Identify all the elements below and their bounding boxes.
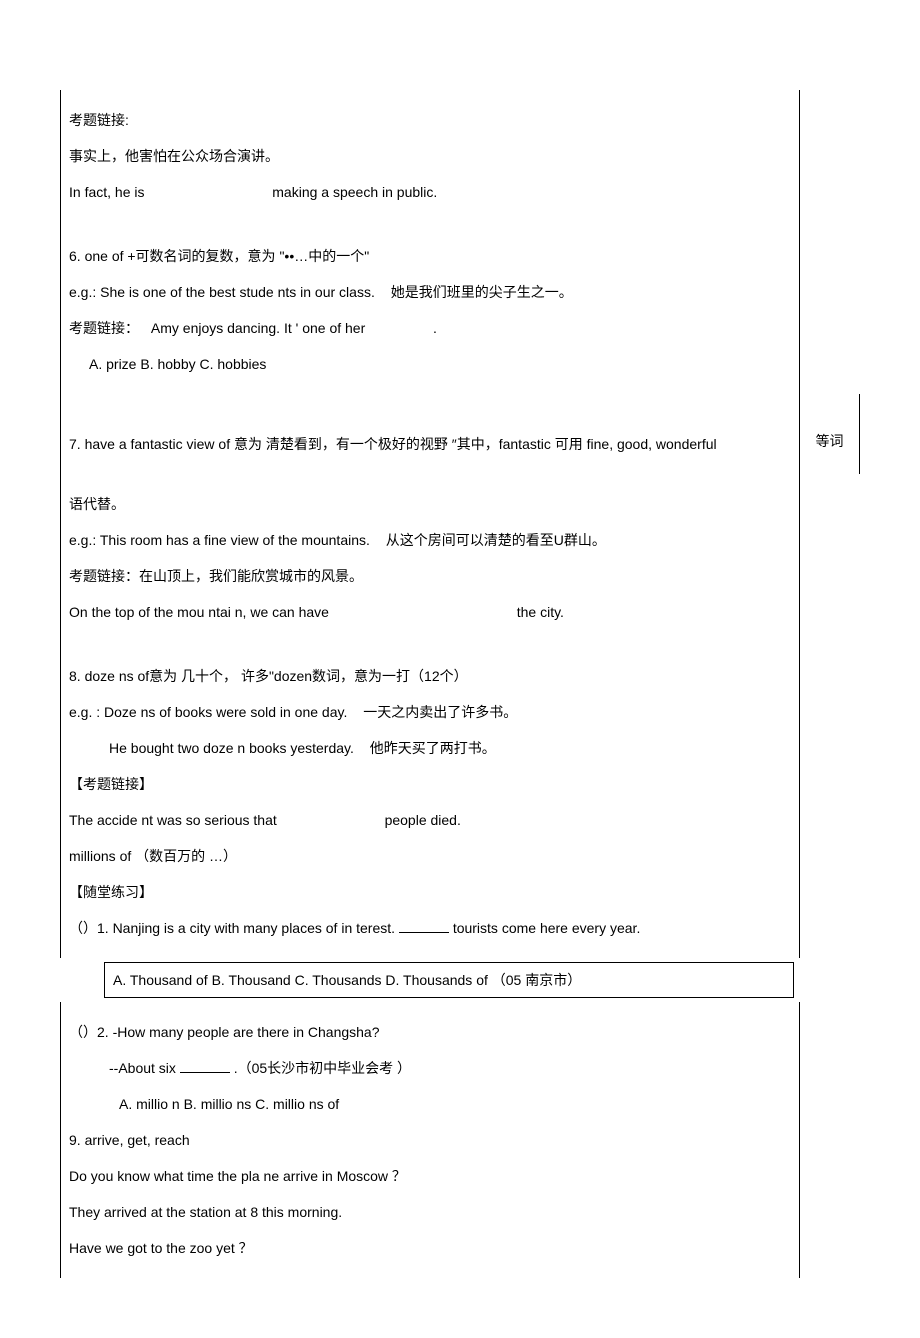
note-8: millions of （数百万的 …）	[69, 842, 791, 870]
fill-sentence-5: In fact, he is making a speech in public…	[69, 178, 791, 206]
exercise-label-8: 【随堂练习】	[69, 878, 791, 906]
section-7-body: 语代替。 e.g.: This room has a fine view of …	[60, 474, 800, 958]
section-7-header-post: 语代替。	[69, 490, 791, 518]
q2-options: A. millio n B. millio ns C. millio ns of	[69, 1090, 791, 1118]
section-6-eg: e.g.: She is one of the best stude nts i…	[69, 278, 791, 306]
section-8-eg1: e.g. : Doze ns of books were sold in one…	[69, 698, 791, 726]
section-8-header: 8. doze ns of意为 几十个， 许多"dozen数词，意为一打（12个…	[69, 662, 791, 690]
options-6: A. prize B. hobby C. hobbies	[69, 350, 791, 378]
eg1-en-8: e.g. : Doze ns of books were sold in one…	[69, 704, 347, 720]
sentence-post-8: people died.	[385, 812, 461, 828]
q1-post: tourists come here every year.	[453, 920, 641, 936]
section-7-row: 7. have a fantastic view of 意为 清楚看到，有一个极…	[60, 394, 860, 474]
prompt-cn-5: 事实上，他害怕在公众场合演讲。	[69, 142, 791, 170]
section-9-line1: Do you know what time the pla ne arrive …	[69, 1162, 791, 1190]
section-9-line2: They arrived at the station at 8 this mo…	[69, 1198, 791, 1226]
link-text-6: Amy enjoys dancing. It ' one of her	[151, 320, 365, 336]
q1-options-box: A. Thousand of B. Thousand C. Thousands …	[104, 962, 794, 998]
q1-blank	[399, 919, 449, 933]
eg2-cn-8: 他昨天买了两打书。	[370, 740, 496, 756]
side-text-7: 等词	[816, 430, 844, 452]
sentence-post-5: making a speech in public.	[272, 184, 437, 200]
eg-cn-7: 从这个房间可以清楚的看至U群山。	[386, 532, 606, 548]
sentence-post-7: the city.	[517, 604, 564, 620]
link-label-6: 考题链接：	[69, 320, 139, 336]
q1-options: A. Thousand of B. Thousand C. Thousands …	[113, 972, 581, 988]
link-label-7: 考题链接：在山顶上，我们能欣赏城市的风景。	[69, 562, 791, 590]
fill-sentence-7: On the top of the mou ntai n, we can hav…	[69, 598, 791, 626]
side-column-7: 等词	[800, 394, 860, 474]
eg-en-6: e.g.: She is one of the best stude nts i…	[69, 284, 375, 300]
link-suffix-6: .	[433, 320, 437, 336]
link-label-5: 考题链接:	[69, 106, 791, 134]
eg-en-7: e.g.: This room has a fine view of the m…	[69, 532, 370, 548]
q2-blank	[180, 1059, 230, 1073]
q1-text: （）1. Nanjing is a city with many places …	[69, 914, 791, 942]
q2-line2: --About six .（05长沙市初中毕业会考 ）	[69, 1054, 791, 1082]
eg1-cn-8: 一天之内卖出了许多书。	[363, 704, 517, 720]
section-5-block: 考题链接: 事实上，他害怕在公众场合演讲。 In fact, he is mak…	[60, 90, 800, 394]
q2-line1: （）2. -How many people are there in Chang…	[69, 1018, 791, 1046]
q2-line2-pre: --About six	[109, 1060, 176, 1076]
sentence-pre-5: In fact, he is	[69, 184, 144, 200]
section-7-eg: e.g.: This room has a fine view of the m…	[69, 526, 791, 554]
section-6-header: 6. one of +可数名词的复数，意为 "••…中的一个"	[69, 242, 791, 270]
eg2-en-8: He bought two doze n books yesterday.	[109, 740, 354, 756]
section-9-line3: Have we got to the zoo yet ？	[69, 1234, 791, 1262]
fill-sentence-8: The accide nt was so serious that people…	[69, 806, 791, 834]
q1-pre: （）1. Nanjing is a city with many places …	[69, 920, 395, 936]
section-7-header-pre: 7. have a fantastic view of 意为 清楚看到，有一个极…	[69, 430, 791, 458]
q2-line2-post: .（05长沙市初中毕业会考 ）	[234, 1060, 411, 1076]
sentence-pre-7: On the top of the mou ntai n, we can hav…	[69, 604, 329, 620]
section-9-header: 9. arrive, get, reach	[69, 1126, 791, 1154]
bottom-block: （）2. -How many people are there in Chang…	[60, 1002, 800, 1278]
link-label-8: 【考题链接】	[69, 770, 791, 798]
sentence-pre-8: The accide nt was so serious that	[69, 812, 277, 828]
section-6-link: 考题链接： Amy enjoys dancing. It ' one of he…	[69, 314, 791, 342]
section-8-eg2: He bought two doze n books yesterday. 他昨…	[69, 734, 791, 762]
eg-cn-6: 她是我们班里的尖子生之一。	[391, 284, 573, 300]
